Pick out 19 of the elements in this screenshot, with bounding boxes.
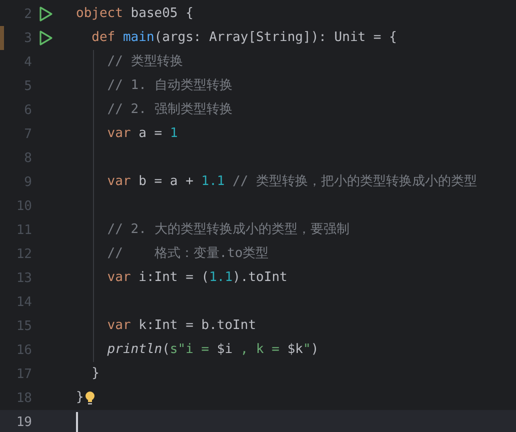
line-number: 19 <box>15 414 32 430</box>
code-line: var i:Int = (1.1).toInt <box>106 269 288 287</box>
code-line: // 格式：变量.to类型 <box>106 245 269 263</box>
code-line: // 2. 大的类型转换成小的类型，要强制 <box>106 221 350 239</box>
code-line: object base05 { <box>76 5 194 23</box>
code-line: var k:Int = b.toInt <box>106 317 256 335</box>
code-line: // 类型转换 <box>106 53 183 71</box>
code-line: var b = a + 1.1 // 类型转换，把小的类型转换成小的类型 <box>106 173 478 191</box>
lightbulb-icon[interactable] <box>84 391 95 405</box>
code-line: // 1. 自动类型转换 <box>106 77 232 95</box>
text-cursor <box>76 412 78 432</box>
code-line: } <box>76 389 84 407</box>
code-line: var a = 1 <box>106 125 178 143</box>
run-icon[interactable] <box>39 30 53 46</box>
code-line: // 2. 强制类型转换 <box>106 101 232 119</box>
code-line: } <box>90 365 100 383</box>
code-line: def main(args: Array[String]): Unit = { <box>90 29 397 47</box>
run-icon[interactable] <box>39 6 53 22</box>
code-line: println(s"i = $i , k = $k") <box>106 341 319 359</box>
